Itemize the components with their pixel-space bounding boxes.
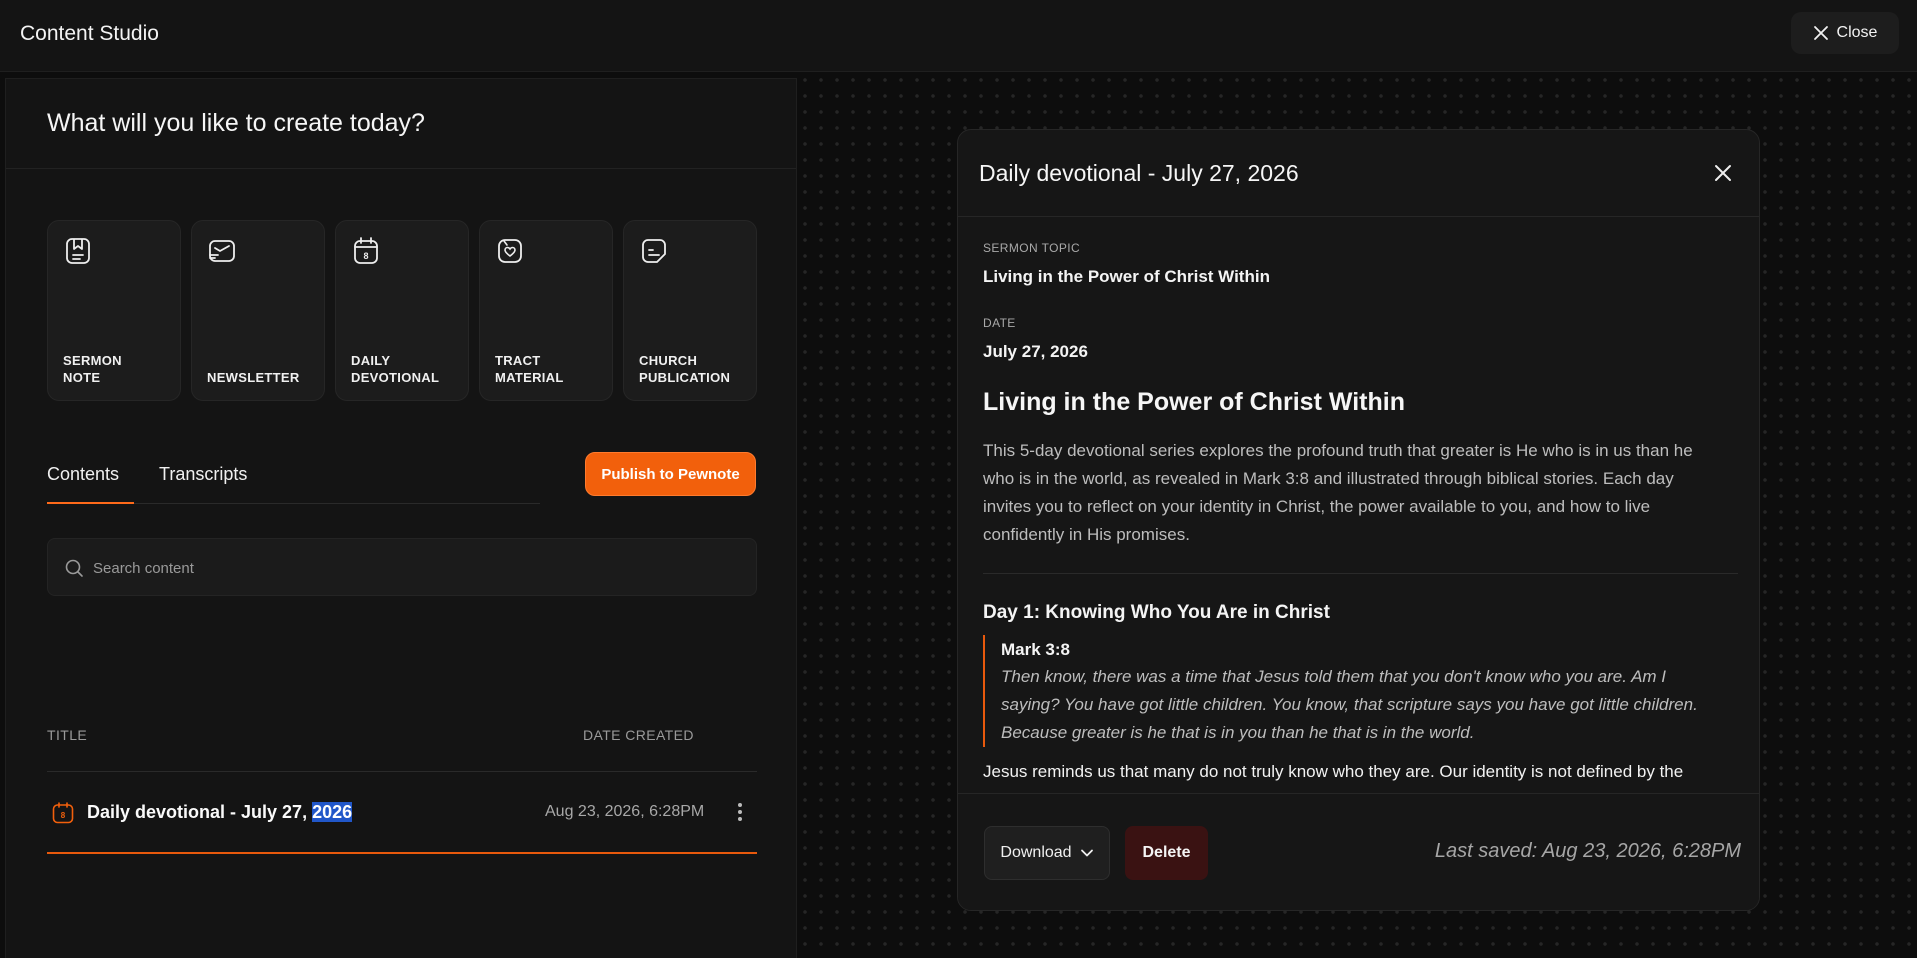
publication-icon xyxy=(642,239,666,263)
more-options-icon[interactable] xyxy=(734,800,746,824)
modal-footer: Download Delete Last saved: Aug 23, 2026… xyxy=(958,793,1759,910)
scripture-quote: Mark 3:8 Then know, there was a time tha… xyxy=(983,635,1723,747)
close-icon[interactable] xyxy=(1711,161,1735,185)
search-input[interactable] xyxy=(93,553,733,583)
sermon-topic-label: SERMON TOPIC xyxy=(983,241,1081,255)
app-title: Content Studio xyxy=(20,22,159,45)
modal-header: Daily devotional - July 27, 2026 xyxy=(958,130,1759,217)
selected-text: 2026 xyxy=(312,802,353,822)
svg-text:8: 8 xyxy=(61,811,66,820)
calendar-icon: 8 xyxy=(52,802,74,824)
table-row[interactable]: 8 Daily devotional - July 27, 2026 Aug 2… xyxy=(47,772,757,854)
row-title: Daily devotional - July 27, 2026 xyxy=(87,802,353,822)
modal-body[interactable]: SERMON TOPIC Living in the Power of Chri… xyxy=(983,217,1738,793)
chevron-down-icon xyxy=(1080,849,1093,857)
card-newsletter[interactable]: NEWSLETTER xyxy=(191,220,325,401)
column-header-date-created: DATE CREATED xyxy=(583,727,694,743)
sermon-topic-value: Living in the Power of Christ Within xyxy=(983,267,1270,286)
close-button[interactable]: Close xyxy=(1791,12,1899,54)
content-type-cards: SERMON NOTE NEWSLETTER 8 DAILY DEVOTIONAL xyxy=(47,220,757,401)
card-tract-material[interactable]: TRACT MATERIAL xyxy=(479,220,613,401)
card-daily-devotional[interactable]: 8 DAILY DEVOTIONAL xyxy=(335,220,469,401)
bookmark-doc-icon xyxy=(66,238,90,264)
modal-title: Daily devotional - July 27, 2026 xyxy=(979,160,1299,186)
create-heading: What will you like to create today? xyxy=(47,109,425,137)
devotional-preview-modal: Daily devotional - July 27, 2026 SERMON … xyxy=(957,129,1760,911)
top-bar: Content Studio Close xyxy=(0,0,1917,72)
scripture-reference: Mark 3:8 xyxy=(1001,640,1070,659)
card-sermon-note[interactable]: SERMON NOTE xyxy=(47,220,181,401)
heart-tract-icon xyxy=(498,239,522,263)
search-icon xyxy=(65,559,83,577)
card-church-publication[interactable]: CHURCH PUBLICATION xyxy=(623,220,757,401)
svg-text:8: 8 xyxy=(363,251,368,261)
newsletter-icon xyxy=(209,240,235,262)
card-label: SERMON NOTE xyxy=(63,353,122,385)
download-button[interactable]: Download xyxy=(984,826,1110,880)
section-divider xyxy=(983,573,1738,574)
devotional-heading: Living in the Power of Christ Within xyxy=(983,388,1405,416)
day-title: Day 1: Knowing Who You Are in Christ xyxy=(983,602,1330,623)
card-label: DAILY DEVOTIONAL xyxy=(351,353,440,385)
calendar-icon: 8 xyxy=(354,237,378,264)
create-panel-header: What will you like to create today? xyxy=(6,79,796,169)
devotional-description: This 5-day devotional series explores th… xyxy=(983,441,1693,544)
card-label: CHURCH PUBLICATION xyxy=(639,353,731,385)
tab-transcripts[interactable]: Transcripts xyxy=(159,464,254,504)
publish-to-pewnote-button[interactable]: Publish to Pewnote xyxy=(585,452,756,496)
scripture-text: Then know, there was a time that Jesus t… xyxy=(1001,667,1698,742)
card-label: NEWSLETTER xyxy=(207,370,300,385)
row-date-created: Aug 23, 2026, 6:28PM xyxy=(545,803,705,820)
column-header-title: TITLE xyxy=(47,727,88,743)
delete-button[interactable]: Delete xyxy=(1125,826,1208,880)
download-label: Download xyxy=(1000,844,1072,861)
last-saved-status: Last saved: Aug 23, 2026, 6:28PM xyxy=(1434,840,1741,862)
create-panel: What will you like to create today? SERM… xyxy=(5,78,797,958)
tab-contents[interactable]: Contents xyxy=(47,464,134,504)
search-box xyxy=(47,538,757,596)
date-label: DATE xyxy=(983,316,1016,330)
date-value: July 27, 2026 xyxy=(983,342,1088,361)
close-icon xyxy=(1813,26,1828,40)
close-label: Close xyxy=(1836,24,1878,41)
card-label: TRACT MATERIAL xyxy=(495,353,564,385)
content-tabs: Contents Transcripts xyxy=(47,464,540,504)
body-paragraph: Jesus reminds us that many do not truly … xyxy=(983,762,1712,793)
